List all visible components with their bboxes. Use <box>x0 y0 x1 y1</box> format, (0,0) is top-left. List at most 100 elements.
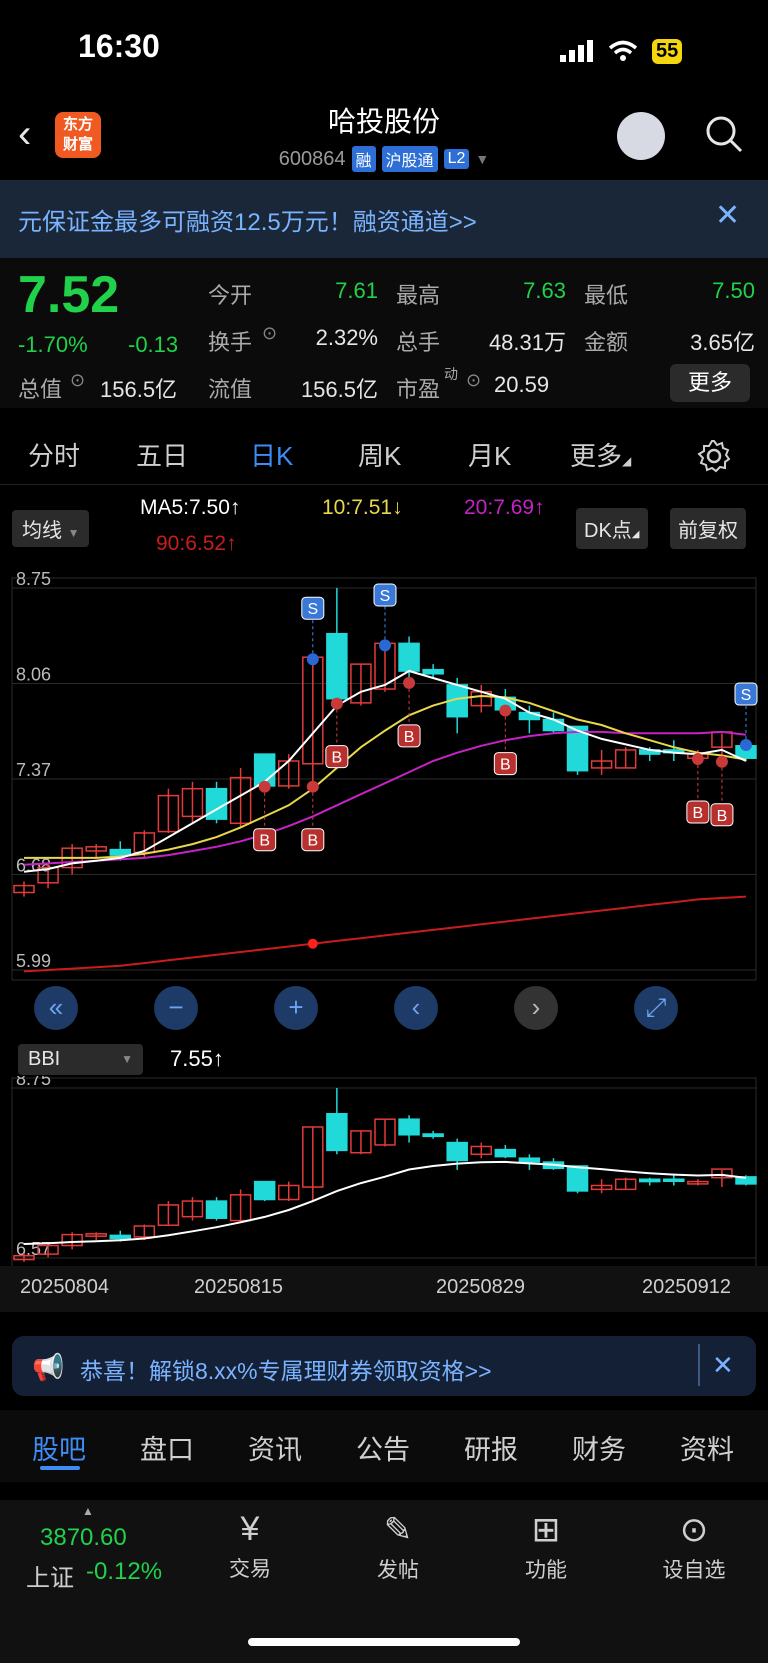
tab-news[interactable]: 资讯 <box>248 1428 302 1467</box>
signal-dot <box>330 697 343 710</box>
ma5-line <box>23 669 747 873</box>
more-icon: ⊙ <box>679 1511 709 1549</box>
bbi-line <box>23 1160 747 1245</box>
float-label: 流值 <box>208 377 253 402</box>
volume-label: 总手 <box>396 330 441 355</box>
ma10-value: 10:7.51 <box>322 496 393 519</box>
candle-body <box>109 848 132 856</box>
change-percent: -1.70% <box>18 332 88 357</box>
tab-more[interactable]: 更多◢ <box>570 436 631 473</box>
index-name[interactable]: 上证 <box>26 1558 74 1593</box>
date-tick: 20250815 <box>194 1276 283 1298</box>
tab-monthly-k[interactable]: 月K <box>468 436 511 473</box>
assistant-robot-icon[interactable] <box>617 112 665 160</box>
index-value[interactable]: 3870.60 <box>40 1524 127 1552</box>
indicator-select-label: 均线 <box>22 520 62 542</box>
info-icon[interactable]: ⊙ <box>262 323 277 344</box>
low-value: 7.50 <box>712 278 755 303</box>
trade-button[interactable]: ¥ 交易 <box>190 1510 310 1583</box>
scroll-left-button[interactable]: ‹ <box>394 986 438 1030</box>
tab-weekly-k[interactable]: 周K <box>358 436 401 473</box>
fullscreen-button[interactable]: ⤢ <box>634 986 678 1030</box>
float-value: 156.5亿 <box>300 377 378 402</box>
bbi-chart[interactable]: 8.756.57 <box>0 1076 768 1266</box>
close-icon[interactable]: ✕ <box>715 198 740 233</box>
tab-announcements[interactable]: 公告 <box>356 1428 410 1467</box>
scroll-left-fast-button[interactable]: « <box>34 986 78 1030</box>
edit-icon: ✎ <box>383 1511 413 1549</box>
amount-value: 3.65亿 <box>690 330 755 355</box>
ma10-line <box>24 694 747 859</box>
tab-financials[interactable]: 财务 <box>572 1428 626 1467</box>
active-tab-underline <box>40 1466 80 1470</box>
chevron-down-icon: ▼ <box>121 1052 133 1066</box>
indicator-select[interactable]: 均线 ▼ <box>12 510 90 547</box>
signal-dot <box>740 739 752 752</box>
dropdown-triangle-icon: ◢ <box>631 529 640 540</box>
dk-point-button[interactable]: DK点◢ <box>576 508 648 549</box>
add-watchlist-button[interactable]: ⊙ 设自选 <box>634 1510 754 1584</box>
post-label: 发帖 <box>377 1559 419 1582</box>
ma20-line <box>23 730 747 866</box>
candle-body <box>494 1148 517 1158</box>
last-price: 7.52 <box>18 266 120 324</box>
volume-value: 48.31万 <box>488 330 566 355</box>
status-icons: 55 <box>560 36 683 66</box>
tab-forum[interactable]: 股吧 <box>32 1428 86 1467</box>
mcap-label: 总值 <box>18 377 63 402</box>
info-icon[interactable]: ⊙ <box>466 370 481 391</box>
bbi-value: 7.55 <box>170 1046 213 1071</box>
pe-label: 市盈 <box>396 377 441 402</box>
close-icon[interactable]: ✕ <box>712 1350 734 1381</box>
tab-daily-k[interactable]: 日K <box>250 436 293 473</box>
signal-dot <box>306 653 319 666</box>
dk-point-label: DK点 <box>584 520 632 542</box>
megaphone-icon: 📢 <box>32 1352 65 1382</box>
date-tick: 20250912 <box>642 1276 731 1298</box>
trade-label: 交易 <box>229 1558 271 1581</box>
signal-dot <box>379 639 391 652</box>
margin-promo-text[interactable]: 元保证金最多可融资12.5万元！融资通道>> <box>18 202 477 237</box>
bbi-select[interactable]: BBI ▼ <box>18 1044 143 1075</box>
signal-dot <box>306 780 319 793</box>
scroll-right-button[interactable]: › <box>514 986 558 1030</box>
yen-icon: ¥ <box>240 1510 260 1548</box>
kline-chart[interactable]: 8.758.067.376.685.99BBBBBB BSSS <box>0 560 768 1040</box>
tab-research[interactable]: 研报 <box>464 1428 518 1467</box>
date-tick: 20250829 <box>436 1276 525 1298</box>
buy-signal-label: B <box>332 750 343 767</box>
mcap-value: 156.5亿 <box>100 377 178 402</box>
post-button[interactable]: ✎ 发帖 <box>338 1510 458 1584</box>
zoom-out-button[interactable]: − <box>154 986 198 1030</box>
buy-signal-label: B <box>404 729 415 746</box>
settings-gear-icon[interactable] <box>696 438 732 474</box>
adjust-price-button[interactable]: 前复权 <box>670 508 746 549</box>
dropdown-triangle-icon: ◢ <box>622 454 632 468</box>
tab-profile[interactable]: 资料 <box>680 1428 734 1467</box>
y-tick-label: 8.75 <box>16 1076 51 1089</box>
chevron-down-icon[interactable]: ▼ <box>475 151 489 167</box>
search-icon[interactable] <box>704 114 744 154</box>
amount-label: 金额 <box>584 330 629 355</box>
more-button[interactable]: 更多 <box>670 364 750 402</box>
info-icon[interactable]: ⊙ <box>70 370 85 391</box>
wealth-promo-text[interactable]: 恭喜！解锁8.xx%专属理财券领取资格>> <box>80 1352 492 1386</box>
candle-body <box>398 1118 420 1136</box>
tab-five-day[interactable]: 五日 <box>136 436 188 473</box>
candle-body <box>542 718 565 732</box>
zoom-in-button[interactable]: + <box>274 986 318 1030</box>
tag-connect: 沪股通 <box>381 146 438 172</box>
tab-orderbook[interactable]: 盘口 <box>140 1428 194 1467</box>
functions-button[interactable]: ⊞ 功能 <box>486 1510 606 1584</box>
y-tick-label: 7.37 <box>16 760 51 780</box>
tag-margin: 融 <box>351 146 376 172</box>
candle-body <box>326 632 348 700</box>
buy-signal-label: B <box>500 757 511 774</box>
ma20-value: 20:7.69 <box>464 496 535 519</box>
tab-timeshare[interactable]: 分时 <box>28 436 80 473</box>
ma20-readout: 20:7.69↑ <box>464 496 545 519</box>
ma90-marker <box>307 938 318 949</box>
index-change[interactable]: -0.12% <box>86 1558 162 1586</box>
candle-body <box>398 642 420 672</box>
pe-value: 20.59 <box>494 372 550 397</box>
